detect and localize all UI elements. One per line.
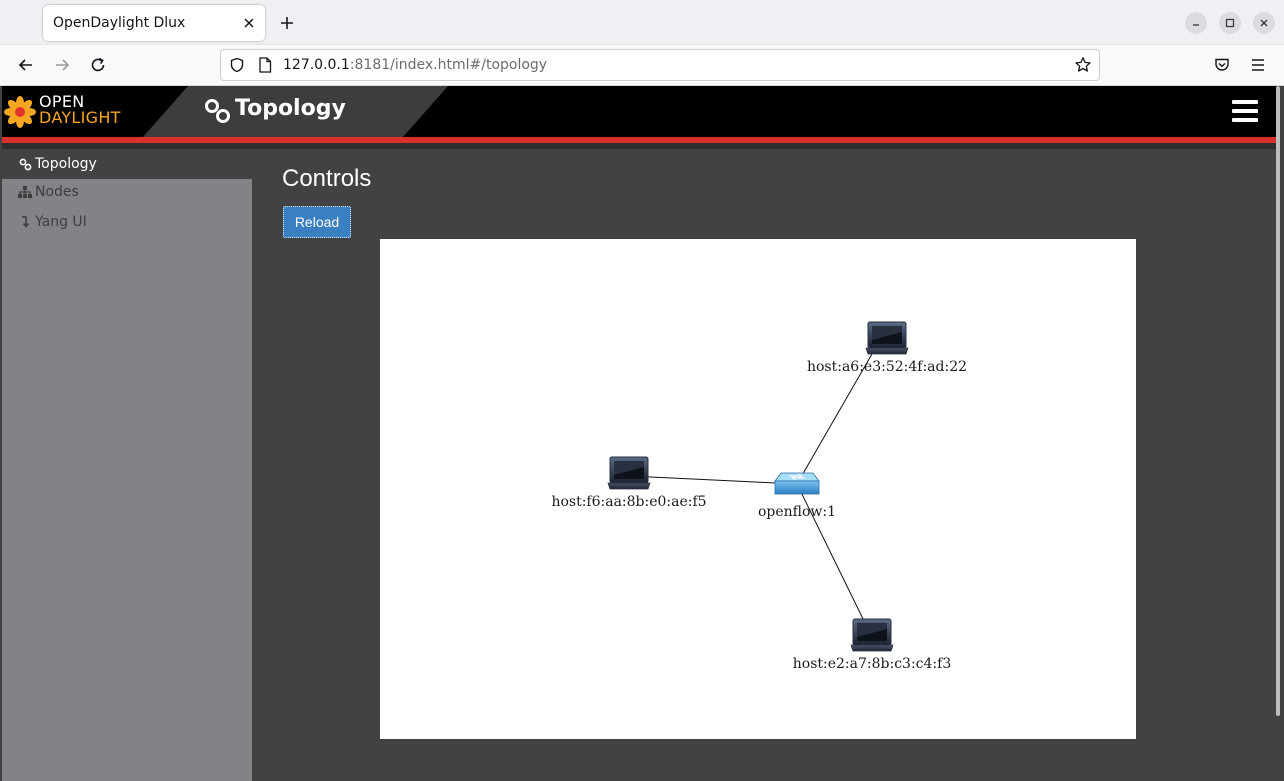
sidebar-item-label: Topology xyxy=(35,156,97,172)
switch-icon xyxy=(774,472,820,495)
link-icon xyxy=(17,158,33,171)
node-label: host:e2:a7:8b:c3:c4:f3 xyxy=(793,656,951,672)
url-host: 127.0.0.1 xyxy=(283,57,350,73)
node-label: openflow:1 xyxy=(758,504,836,520)
laptop-host-icon xyxy=(607,456,651,490)
back-icon[interactable] xyxy=(16,55,36,75)
topology-link xyxy=(628,475,798,485)
daylight-flower-icon xyxy=(4,96,36,128)
reload-button[interactable]: Reload xyxy=(283,206,351,238)
sidebar-item-topology[interactable]: Topology xyxy=(2,149,252,179)
browser-tab[interactable]: OpenDaylight Dlux xyxy=(43,5,265,41)
arrow-down-icon xyxy=(17,216,33,228)
page-scrollbar[interactable] xyxy=(1276,86,1280,716)
topology-graph: host:a6:e3:52:4f:ad:22 host:f6:aa:8b:e0:… xyxy=(551,321,967,672)
topology-node-host-a6[interactable]: host:a6:e3:52:4f:ad:22 xyxy=(807,321,967,375)
controls-heading: Controls xyxy=(282,165,372,192)
app-menu-icon[interactable] xyxy=(1248,55,1268,75)
browser-nav-bar: 127.0.0.1:8181/index.html#/topology xyxy=(0,45,1284,86)
close-tab-icon[interactable] xyxy=(240,14,258,32)
topology-node-host-e2[interactable]: host:e2:a7:8b:c3:c4:f3 xyxy=(793,618,951,672)
topology-canvas[interactable]: host:a6:e3:52:4f:ad:22 host:f6:aa:8b:e0:… xyxy=(380,239,1136,739)
maximize-icon[interactable] xyxy=(1219,12,1241,34)
laptop-host-icon xyxy=(865,321,909,355)
forward-icon[interactable] xyxy=(52,55,72,75)
reload-page-icon[interactable] xyxy=(88,55,108,75)
url-path: :8181/index.html#/topology xyxy=(349,57,548,73)
new-tab-icon[interactable] xyxy=(277,13,297,33)
sidebar-item-nodes[interactable]: Nodes xyxy=(2,177,252,207)
close-window-icon[interactable] xyxy=(1253,12,1275,34)
browser-tab-bar: OpenDaylight Dlux xyxy=(0,0,1284,45)
tab-title: OpenDaylight Dlux xyxy=(53,15,186,31)
sidebar-item-label: Nodes xyxy=(35,184,79,200)
sidebar-item-label: Yang UI xyxy=(35,214,87,230)
minimize-icon[interactable] xyxy=(1185,12,1207,34)
topology-link-icon xyxy=(205,99,230,123)
page-title: Topology xyxy=(235,96,346,121)
node-label: host:a6:e3:52:4f:ad:22 xyxy=(807,359,967,375)
pocket-icon[interactable] xyxy=(1212,55,1232,75)
sidebar-item-yang-ui[interactable]: Yang UI xyxy=(2,207,252,237)
node-label: host:f6:aa:8b:e0:ae:f5 xyxy=(551,494,706,510)
topology-node-host-f6[interactable]: host:f6:aa:8b:e0:ae:f5 xyxy=(551,456,707,510)
topology-node-switch[interactable]: openflow:1 xyxy=(758,472,836,520)
app-header: OPEN DAYLIGHT Topology xyxy=(2,86,1280,137)
logo-text: OPEN DAYLIGHT xyxy=(39,94,121,126)
hamburger-menu-icon[interactable] xyxy=(1232,100,1258,122)
shield-icon[interactable] xyxy=(227,55,247,75)
logo-daylight-text: DAYLIGHT xyxy=(39,108,121,127)
url-bar[interactable]: 127.0.0.1:8181/index.html#/topology xyxy=(220,49,1100,81)
laptop-host-icon xyxy=(850,618,894,652)
sitemap-icon xyxy=(17,186,33,198)
page-icon xyxy=(255,55,275,75)
bookmark-star-icon[interactable] xyxy=(1073,55,1093,75)
url-text[interactable]: 127.0.0.1:8181/index.html#/topology xyxy=(283,57,547,73)
sidebar: Topology Nodes Yang UI xyxy=(2,149,252,781)
